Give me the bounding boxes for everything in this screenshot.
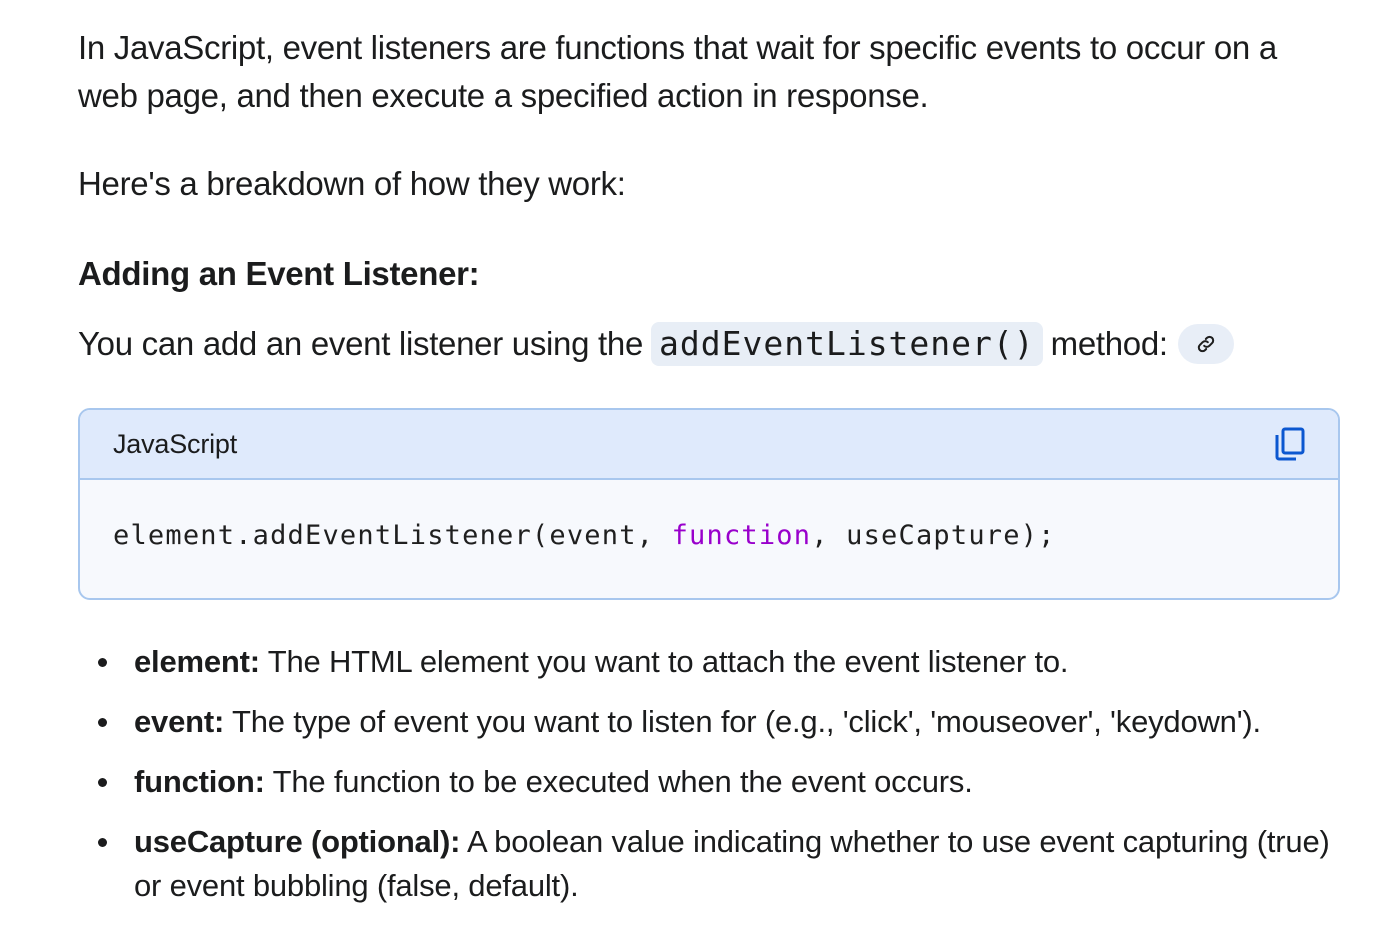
list-item: event: The type of event you want to lis… bbox=[78, 700, 1343, 744]
copy-icon bbox=[1275, 427, 1305, 461]
copy-code-button[interactable] bbox=[1272, 424, 1308, 464]
list-item-text: The function to be executed when the eve… bbox=[264, 764, 973, 799]
list-item: useCapture (optional): A boolean value i… bbox=[78, 820, 1343, 908]
bullet-dot bbox=[98, 838, 107, 847]
code-block: JavaScript element.addEventListener(even… bbox=[78, 408, 1340, 600]
list-item-term: event: bbox=[134, 704, 225, 739]
code-content: element.addEventListener(event, function… bbox=[80, 480, 1338, 592]
source-link-chip[interactable] bbox=[1177, 324, 1234, 364]
parameter-list: element: The HTML element you want to at… bbox=[78, 640, 1343, 924]
bullet-dot bbox=[98, 658, 107, 667]
list-item: function: The function to be executed wh… bbox=[78, 760, 1343, 804]
bullet-dot bbox=[98, 778, 107, 787]
inline-code: addEventListener() bbox=[651, 322, 1043, 366]
method-line: You can add an event listener using the … bbox=[78, 320, 1234, 368]
code-language-label: JavaScript bbox=[113, 428, 238, 459]
code-text-part2: , useCapture); bbox=[811, 520, 1056, 551]
bullet-dot bbox=[98, 718, 107, 727]
breakdown-paragraph: Here's a breakdown of how they work: bbox=[78, 165, 626, 202]
code-keyword: function bbox=[671, 520, 812, 551]
list-item-term: element: bbox=[134, 644, 260, 679]
code-block-header: JavaScript bbox=[80, 410, 1338, 480]
code-text-part1: element.addEventListener(event, bbox=[113, 520, 672, 551]
list-item-term: useCapture (optional): bbox=[134, 824, 461, 859]
list-item: element: The HTML element you want to at… bbox=[78, 640, 1343, 684]
list-item-term: function: bbox=[134, 764, 265, 799]
section-heading: Adding an Event Listener: bbox=[78, 255, 480, 292]
method-line-text-before: You can add an event listener using the bbox=[78, 325, 644, 362]
link-icon bbox=[1197, 335, 1214, 353]
list-item-text: The HTML element you want to attach the … bbox=[259, 644, 1069, 679]
method-line-text-after: method: bbox=[1050, 325, 1168, 362]
list-item-text: The type of event you want to listen for… bbox=[224, 704, 1261, 739]
intro-paragraph: In JavaScript, event listeners are funct… bbox=[78, 29, 1277, 114]
